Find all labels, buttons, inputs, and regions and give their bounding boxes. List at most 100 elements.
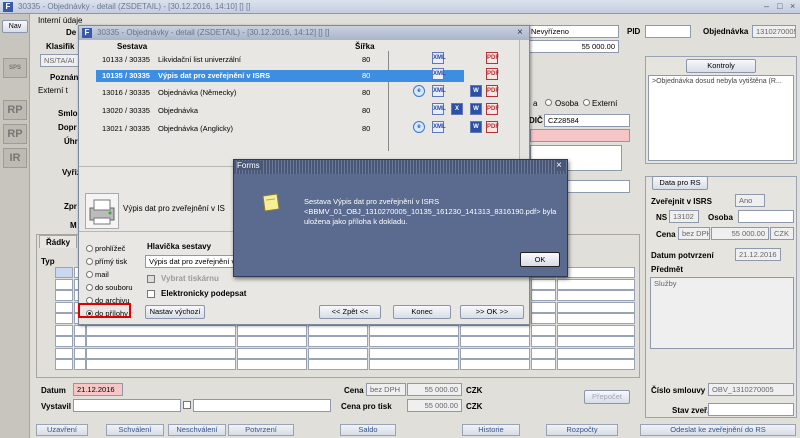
output-radio[interactable] [86, 258, 93, 265]
status-button[interactable]: Schválení [106, 424, 164, 436]
w-export-icon[interactable]: W [470, 121, 482, 133]
cena-field[interactable]: 55 000.00 [407, 383, 462, 396]
grid-cell[interactable] [55, 313, 73, 324]
grid-cell[interactable] [55, 290, 73, 301]
grid-cell[interactable] [237, 336, 307, 347]
cena-rs-field[interactable]: 55 000.00 [711, 227, 769, 240]
grid-cell[interactable] [86, 359, 236, 370]
xml-export-icon[interactable]: XML [432, 52, 446, 64]
grid-cell[interactable] [557, 324, 635, 336]
grid-cell[interactable] [308, 347, 368, 359]
grid-cell[interactable] [74, 324, 86, 336]
cislo-smlouvy-field[interactable]: OBV_1310270005 [708, 383, 794, 396]
grid-cell[interactable] [237, 324, 307, 336]
output-radio[interactable] [86, 245, 93, 252]
grid-cell[interactable] [460, 324, 530, 336]
grid-cell[interactable] [369, 359, 459, 370]
grid-cell[interactable] [55, 336, 73, 347]
grid-cell[interactable] [531, 278, 556, 290]
w-export-icon[interactable]: W [470, 85, 482, 97]
status-button[interactable]: Potvrzení [228, 424, 294, 436]
grid-cell[interactable] [557, 336, 635, 347]
report-row[interactable]: 13016 / 30335 Objednávka (Německy) 80 [96, 87, 464, 99]
ie-export-icon[interactable]: e [413, 121, 425, 133]
stav-zver-field[interactable] [708, 403, 794, 416]
objednavka-field[interactable]: 1310270005 [752, 25, 796, 38]
grid-cell[interactable] [74, 347, 86, 359]
report-row[interactable]: 13020 / 30335 Objednávka 80 [96, 105, 464, 117]
forms-close-icon[interactable]: × [556, 160, 565, 171]
grid-cell[interactable] [55, 347, 73, 359]
cena-dph[interactable]: bez DPH [366, 383, 406, 396]
grid-cell[interactable] [460, 336, 530, 347]
vystavil-field[interactable] [73, 399, 181, 412]
rp2-icon[interactable]: RP [3, 124, 27, 144]
status-button[interactable]: Rozpočty [546, 424, 618, 436]
grid-cell[interactable] [531, 313, 556, 324]
vybrat-checkbox[interactable] [147, 275, 155, 283]
grid-cell[interactable] [557, 359, 635, 370]
datum-potvrzeni-field[interactable]: 21.12.2016 [735, 248, 781, 261]
grid-cell[interactable] [369, 324, 459, 336]
grid-cell[interactable] [531, 301, 556, 313]
maximize-icon[interactable]: □ [777, 1, 782, 11]
vystavil-checkbox[interactable] [183, 401, 191, 409]
grid-cell[interactable] [308, 336, 368, 347]
elektronicky-checkbox[interactable] [147, 290, 155, 298]
pink-field[interactable] [530, 129, 630, 142]
grid-cell[interactable] [86, 324, 236, 336]
cena-tisk-field[interactable]: 55 000.00 [407, 399, 462, 412]
osoba-rs-field[interactable] [738, 210, 794, 223]
xml-export-icon[interactable]: XML [432, 68, 446, 80]
status-button[interactable]: Saldo [340, 424, 396, 436]
report-row[interactable]: 10135 / 30335 Výpis dat pro zveřejnění v … [96, 70, 464, 82]
state-field[interactable]: Nevyřízeno [527, 25, 619, 38]
grid-cell[interactable] [531, 336, 556, 347]
nav-button[interactable]: Nav [2, 20, 28, 33]
zverejnit-field[interactable]: Ano [735, 194, 765, 207]
cena-rs-currency[interactable]: CZK [770, 227, 794, 240]
konec-button[interactable]: Konec [393, 305, 451, 319]
pdf-export-icon[interactable]: PDF [486, 85, 499, 97]
grid-cell[interactable] [86, 336, 236, 347]
rp-icon[interactable]: RP [3, 100, 27, 120]
grid-cell[interactable] [460, 347, 530, 359]
ir-icon[interactable]: IR [3, 148, 27, 168]
grid-cell[interactable] [369, 347, 459, 359]
klasif-field[interactable]: NS/TA/AI [40, 54, 80, 67]
grid-cell[interactable] [74, 336, 86, 347]
grid-cell[interactable] [531, 359, 556, 370]
grid-cell[interactable] [55, 359, 73, 370]
datum-field[interactable]: 21.12.2016 [73, 383, 123, 396]
grid-cell[interactable] [237, 347, 307, 359]
grid-cell[interactable] [86, 347, 236, 359]
grid-cell[interactable] [531, 324, 556, 336]
grid-cell[interactable] [55, 267, 73, 278]
minimize-icon[interactable]: – [764, 1, 769, 11]
zpet-button[interactable]: << Zpět << [319, 305, 381, 319]
grid-cell[interactable] [557, 347, 635, 359]
status-button[interactable]: Odeslat ke zveřejnění do RS [640, 424, 796, 436]
tab-radky[interactable]: Řádky [39, 235, 77, 248]
grid-cell[interactable] [55, 278, 73, 290]
output-radio[interactable] [86, 271, 93, 278]
amount-field[interactable]: 55 000.00 [527, 40, 619, 53]
osoba-radio[interactable] [545, 99, 552, 106]
w-export-icon[interactable]: W [470, 103, 482, 115]
grid-cell[interactable] [55, 301, 73, 313]
pdf-export-icon[interactable]: PDF [486, 121, 499, 133]
externi-radio[interactable] [583, 99, 590, 106]
prepocet-button[interactable]: Přepočet [584, 390, 630, 404]
grid-cell[interactable] [74, 359, 86, 370]
cena-rs-dph[interactable]: bez DPH [678, 227, 710, 240]
pdf-export-icon[interactable]: PDF [486, 68, 499, 80]
status-button[interactable]: Uzavření [36, 424, 88, 436]
pdf-export-icon[interactable]: PDF [486, 52, 499, 64]
pid-field[interactable] [645, 25, 691, 38]
grid-cell[interactable] [531, 290, 556, 301]
grid-cell[interactable] [531, 347, 556, 359]
kontroly-button[interactable]: Kontroly [686, 59, 756, 73]
sps-icon[interactable]: SPS [3, 58, 27, 78]
output-radio[interactable] [86, 284, 93, 291]
ok-button[interactable]: >> OK >> [460, 305, 524, 319]
